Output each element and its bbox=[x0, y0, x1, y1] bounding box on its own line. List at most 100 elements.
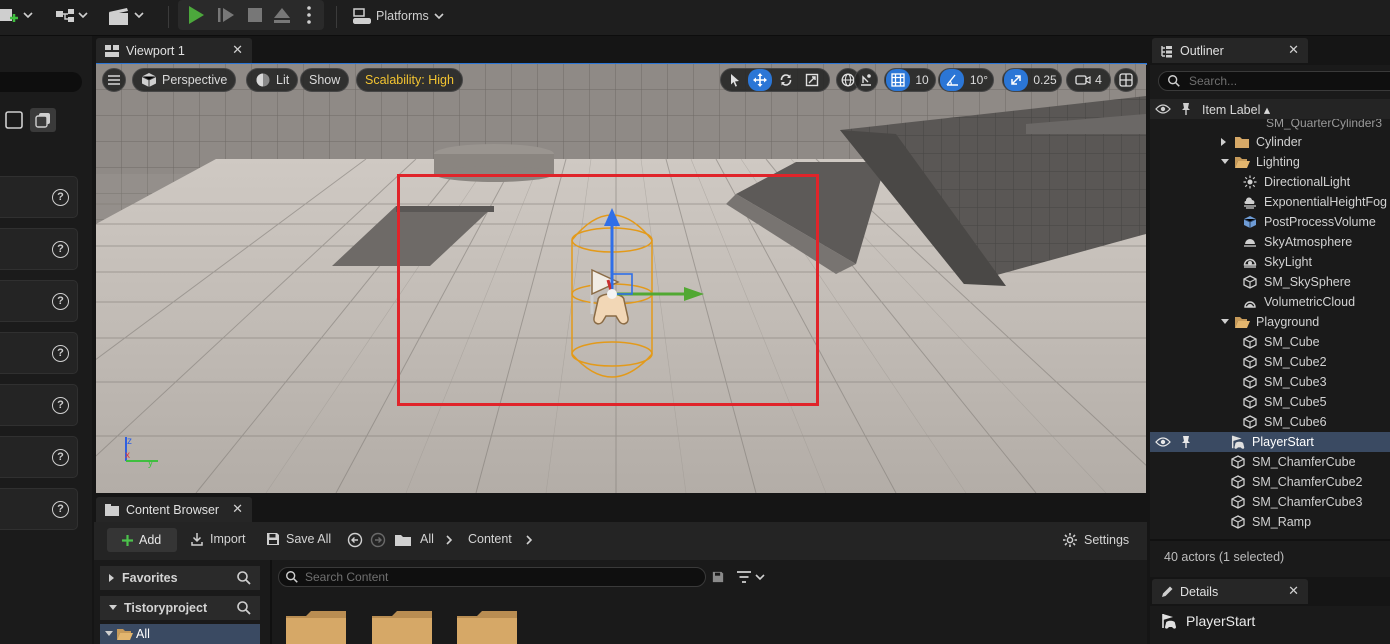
property-row[interactable]: ? bbox=[0, 488, 78, 530]
search-icon[interactable] bbox=[236, 600, 252, 616]
outliner-item[interactable]: VolumetricCloud bbox=[1150, 292, 1390, 312]
perspective-button[interactable]: Perspective bbox=[132, 68, 237, 92]
rotate-mode-button[interactable] bbox=[774, 69, 798, 91]
outliner-item[interactable]: SkyAtmosphere bbox=[1150, 232, 1390, 252]
outliner-item[interactable]: ExponentialHeightFog bbox=[1150, 192, 1390, 212]
duplicate-view-button[interactable] bbox=[30, 108, 56, 132]
camera-speed-button[interactable]: 4 bbox=[1066, 68, 1111, 92]
forward-button[interactable] bbox=[370, 532, 386, 548]
back-button[interactable] bbox=[347, 532, 363, 548]
blueprint-button[interactable] bbox=[52, 4, 90, 28]
play-options-button[interactable] bbox=[302, 3, 316, 27]
eject-button[interactable] bbox=[271, 3, 293, 27]
filter-button[interactable] bbox=[736, 570, 766, 584]
save-search-button[interactable] bbox=[712, 571, 724, 583]
outliner-item[interactable]: SM_SkySphere bbox=[1150, 272, 1390, 292]
eye-icon[interactable] bbox=[1155, 103, 1171, 115]
scale-snap-value[interactable]: 0.25 bbox=[1029, 69, 1061, 91]
outliner-item[interactable]: SM_Cube5 bbox=[1150, 392, 1390, 412]
add-actor-button[interactable] bbox=[0, 4, 34, 28]
chevron-down-icon[interactable] bbox=[1220, 318, 1232, 326]
search-icon[interactable] bbox=[236, 570, 252, 586]
stop-button[interactable] bbox=[244, 3, 266, 27]
chevron-right-icon[interactable] bbox=[1220, 137, 1232, 147]
tab-details[interactable]: Details ✕ bbox=[1152, 579, 1308, 604]
chevron-down-icon[interactable] bbox=[1220, 158, 1232, 166]
outliner-item[interactable]: SM_Cube6 bbox=[1150, 412, 1390, 432]
advance-frame-button[interactable] bbox=[215, 3, 237, 27]
help-icon[interactable]: ? bbox=[52, 293, 69, 310]
platforms-button[interactable]: Platforms bbox=[352, 4, 445, 28]
chevron-right-icon[interactable] bbox=[524, 534, 534, 546]
scale-mode-button[interactable] bbox=[800, 69, 824, 91]
viewport-layout-button[interactable] bbox=[1114, 68, 1138, 92]
import-button[interactable]: Import bbox=[190, 532, 245, 546]
outliner-folder[interactable]: Cylinder bbox=[1150, 132, 1390, 152]
outliner-item[interactable]: SkyLight bbox=[1150, 252, 1390, 272]
outliner-folder[interactable]: Lighting bbox=[1150, 152, 1390, 172]
outliner-item[interactable]: PlayerStart bbox=[1150, 432, 1390, 452]
translate-mode-button[interactable] bbox=[748, 69, 772, 91]
left-panel-search-input[interactable] bbox=[0, 72, 82, 92]
property-row[interactable]: ? bbox=[0, 436, 78, 478]
outliner-item[interactable]: SM_Ramp bbox=[1150, 512, 1390, 532]
outliner-item[interactable]: SM_ChamferCube2 bbox=[1150, 472, 1390, 492]
folder-thumbnail[interactable] bbox=[370, 610, 434, 644]
outliner-item[interactable]: PostProcessVolume bbox=[1150, 212, 1390, 232]
close-icon[interactable]: ✕ bbox=[232, 501, 243, 517]
breadcrumb-content[interactable]: Content bbox=[468, 532, 512, 546]
level-viewport[interactable]: z x y Perspective Lit Show Scalability: … bbox=[96, 64, 1146, 493]
tab-outliner[interactable]: Outliner ✕ bbox=[1152, 38, 1308, 63]
help-icon[interactable]: ? bbox=[52, 501, 69, 518]
tab-content-browser[interactable]: Content Browser ✕ bbox=[96, 497, 252, 522]
outliner-item[interactable]: SM_ChamferCube bbox=[1150, 452, 1390, 472]
play-button[interactable] bbox=[184, 3, 208, 27]
outliner-folder[interactable]: Playground bbox=[1150, 312, 1390, 332]
help-icon[interactable]: ? bbox=[52, 397, 69, 414]
property-row[interactable]: ? bbox=[0, 384, 78, 426]
outliner-item[interactable]: DirectionalLight bbox=[1150, 172, 1390, 192]
settings-button[interactable]: Settings bbox=[1062, 532, 1129, 548]
help-icon[interactable]: ? bbox=[52, 345, 69, 362]
splitter[interactable] bbox=[270, 560, 272, 644]
outliner-item[interactable]: SM_Cube2 bbox=[1150, 352, 1390, 372]
help-icon[interactable]: ? bbox=[52, 449, 69, 466]
outliner-item[interactable]: SM_Cube bbox=[1150, 332, 1390, 352]
cinematics-button[interactable] bbox=[106, 4, 146, 28]
tab-viewport-1[interactable]: Viewport 1 ✕ bbox=[96, 38, 252, 63]
single-view-button[interactable] bbox=[4, 110, 24, 130]
tree-item-favorites[interactable]: Favorites bbox=[100, 566, 260, 590]
help-icon[interactable]: ? bbox=[52, 189, 69, 206]
viewport-menu-button[interactable] bbox=[102, 68, 126, 92]
grid-snap-toggle[interactable] bbox=[886, 69, 910, 91]
rotation-snap-value[interactable]: 10° bbox=[965, 69, 993, 91]
show-flags-button[interactable]: Show bbox=[300, 68, 350, 92]
select-mode-button[interactable] bbox=[723, 69, 747, 91]
outliner-item[interactable]: SM_Cube3 bbox=[1150, 372, 1390, 392]
property-row[interactable]: ? bbox=[0, 228, 78, 270]
grid-snap-value[interactable]: 10 bbox=[910, 69, 934, 91]
eye-icon[interactable] bbox=[1155, 436, 1171, 448]
property-row[interactable]: ? bbox=[0, 280, 78, 322]
folder-thumbnail[interactable] bbox=[284, 610, 348, 644]
save-all-button[interactable]: Save All bbox=[266, 532, 331, 546]
pin-icon[interactable] bbox=[1180, 102, 1192, 116]
tree-item-project[interactable]: Tistoryproject bbox=[100, 596, 260, 620]
property-row[interactable]: ? bbox=[0, 332, 78, 374]
outliner-search-input[interactable]: Search... bbox=[1158, 71, 1390, 91]
content-search-input[interactable]: Search Content bbox=[278, 567, 706, 587]
folder-thumbnail[interactable] bbox=[455, 610, 519, 644]
rotation-snap-toggle[interactable] bbox=[940, 69, 964, 91]
close-icon[interactable]: ✕ bbox=[232, 42, 243, 58]
add-button[interactable]: Add bbox=[107, 528, 177, 552]
close-icon[interactable]: ✕ bbox=[1288, 42, 1299, 58]
view-mode-lit-button[interactable]: Lit bbox=[246, 68, 299, 92]
scalability-button[interactable]: Scalability: High bbox=[356, 68, 463, 92]
pin-icon[interactable] bbox=[1180, 435, 1192, 449]
surface-snap-button[interactable] bbox=[854, 68, 878, 92]
tree-item-all[interactable]: All bbox=[100, 624, 260, 644]
property-row[interactable]: ? bbox=[0, 176, 78, 218]
outliner-item[interactable]: SM_ChamferCube3 bbox=[1150, 492, 1390, 512]
breadcrumb-all[interactable]: All bbox=[420, 532, 434, 546]
scale-snap-toggle[interactable] bbox=[1004, 69, 1028, 91]
